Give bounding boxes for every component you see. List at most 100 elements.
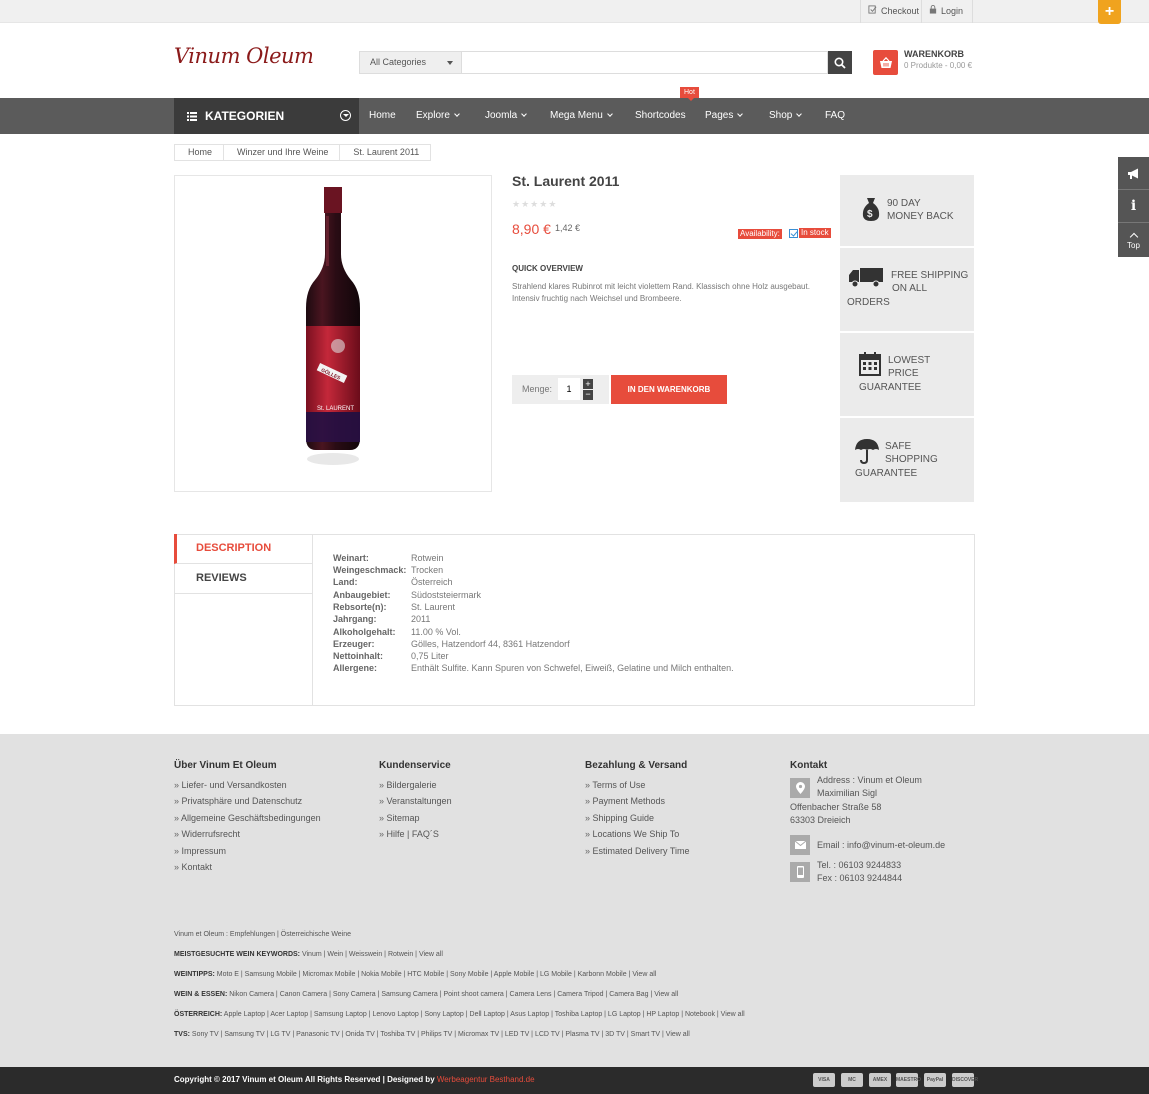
stock-status: In stock (789, 228, 831, 238)
nav-joomla[interactable]: Joomla (485, 98, 528, 134)
money-bag-icon: $ (862, 198, 880, 221)
spec-row: Land: Österreich (333, 577, 453, 587)
basket-icon (879, 56, 892, 68)
add-to-cart-button[interactable]: IN DEN WARENKORB (611, 375, 727, 404)
quick-overview-text: Strahlend klares Rubinrot mit leicht vio… (512, 282, 810, 303)
megaphone-button[interactable] (1118, 157, 1149, 190)
footer-link[interactable]: Veranstaltungen (379, 796, 452, 806)
visa-icon: VISA (813, 1073, 835, 1087)
quantity-input[interactable] (558, 378, 580, 400)
keywords-row[interactable]: TVS: Sony TV | Samsung TV | LG TV | Pana… (174, 1031, 690, 1038)
footer-link[interactable]: Shipping Guide (585, 813, 655, 823)
chevron-down-icon (521, 111, 528, 117)
site-logo[interactable]: Vinum Oleum (174, 44, 314, 68)
wine-bottle-image: St. LAURENT GÖLLES (306, 187, 360, 465)
search-icon (834, 56, 846, 69)
footer-link[interactable]: Kontakt (174, 862, 213, 872)
nav-pages[interactable]: Pages (705, 98, 744, 134)
star-icon: ★ (512, 199, 522, 209)
chevron-down-icon (606, 111, 613, 117)
feature-money-back: $ 90 DAY MONEY BACK (840, 175, 974, 246)
availability-label: Availability: (738, 229, 782, 239)
contact-email[interactable]: Email : info@vinum-et-oleum.de (817, 839, 945, 852)
chevron-down-icon (737, 111, 744, 117)
quantity-minus-button[interactable]: − (583, 390, 593, 400)
nav-faq[interactable]: FAQ (825, 98, 845, 134)
contact-address: Address : Vinum et Oleum Maximilian Sigl (817, 775, 922, 798)
footer-link[interactable]: Impressum (174, 846, 227, 856)
breadcrumb-category[interactable]: Winzer und Ihre Weine (223, 145, 339, 160)
info-button[interactable]: i (1118, 190, 1149, 223)
nav-shortcodes[interactable]: Shortcodes (635, 98, 686, 134)
footer-link[interactable]: Hilfe | FAQ´S (379, 829, 439, 839)
chevron-circle-icon (340, 110, 351, 121)
keywords-row[interactable]: ÖSTERREICH: Apple Laptop | Acer Laptop |… (174, 1011, 745, 1018)
star-icon: ★ (530, 199, 540, 209)
nav-home[interactable]: Home (369, 98, 396, 134)
spec-row: Jahrgang: 2011 (333, 614, 431, 624)
keywords-row[interactable]: WEIN & ESSEN: Nikon Camera | Canon Camer… (174, 991, 678, 998)
spec-row: Weingeschmack: Trocken (333, 565, 444, 575)
star-icon: ★ (539, 199, 549, 209)
footer-link[interactable]: Allgemeine Geschäftsbedingungen (174, 813, 321, 823)
tab-description[interactable]: DESCRIPTION (174, 534, 313, 564)
umbrella-icon (855, 439, 879, 464)
chevron-down-icon (447, 61, 453, 65)
quantity-plus-button[interactable]: + (583, 379, 593, 389)
keywords-row[interactable]: MEISTGESUCHTE WEIN KEYWORDS: Vinum | Wei… (174, 951, 443, 958)
top-bar: Checkout Login (0, 0, 1149, 23)
feature-safe-shopping: SAFE SHOPPING GUARANTEE (840, 418, 974, 502)
designer-link[interactable]: Werbeagentur Besthand.de (437, 1075, 535, 1084)
spec-row: Allergene: Enthält Sulfite. Kann Spuren v… (333, 663, 734, 673)
product-old-price: 1,42 € (555, 223, 581, 233)
footer-link[interactable]: Terms of Use (585, 780, 645, 790)
checkout-icon (868, 0, 877, 23)
categories-toggle[interactable]: KATEGORIEN (174, 98, 359, 134)
search-input[interactable] (462, 51, 828, 74)
footer-link[interactable]: Widerrufsrecht (174, 829, 241, 839)
footer-link[interactable]: Locations We Ship To (585, 829, 680, 839)
category-select[interactable]: All Categories (359, 51, 462, 74)
mobile-phone-icon (790, 862, 810, 882)
spec-row: Anbaugebiet: Südoststeiermark (333, 590, 482, 600)
megaphone-icon (1128, 168, 1138, 179)
amex-icon: AMEX (869, 1073, 891, 1087)
footer-link[interactable]: Payment Methods (585, 796, 666, 806)
cart-title[interactable]: WARENKORB (904, 49, 964, 59)
star-icon: ★ (548, 199, 558, 209)
footer-link[interactable]: Estimated Delivery Time (585, 846, 690, 856)
plus-button[interactable]: + (1098, 0, 1121, 24)
mastercard-icon: MC (841, 1073, 863, 1087)
footer-col-title: Kundenservice (379, 760, 451, 771)
product-image[interactable]: St. LAURENT GÖLLES (174, 175, 492, 492)
footer-link[interactable]: Privatsphäre und Datenschutz (174, 796, 303, 806)
footer-link[interactable]: Liefer- und Versandkosten (174, 780, 287, 790)
checkout-link[interactable]: Checkout (860, 0, 928, 23)
search-button[interactable] (828, 51, 852, 74)
nav-explore[interactable]: Explore (416, 98, 460, 134)
nav-shop[interactable]: Shop (769, 98, 803, 134)
breadcrumb-home[interactable]: Home (175, 145, 223, 160)
footer-link[interactable]: Sitemap (379, 813, 420, 823)
login-link[interactable]: Login (921, 0, 974, 23)
svg-text:St. LAURENT: St. LAURENT (317, 406, 354, 412)
chevron-down-icon (796, 111, 803, 117)
side-widget: i Top (1118, 157, 1149, 257)
footer-link[interactable]: Bildergalerie (379, 780, 437, 790)
feature-free-shipping: FREE SHIPPING ON ALL ORDERS (840, 248, 974, 331)
back-to-top-button[interactable]: Top (1118, 223, 1149, 257)
maestro-icon: MAESTRO (896, 1073, 921, 1087)
breadcrumb: Home Winzer und Ihre Weine St. Laurent 2… (174, 144, 432, 161)
footer-col-title: Über Vinum Et Oleum (174, 760, 277, 771)
cart-summary: 0 Produkte - 0,00 € (904, 61, 973, 70)
tab-reviews[interactable]: REVIEWS (174, 564, 313, 594)
keywords-row[interactable]: WEINTIPPS: Moto E | Samsung Mobile | Mic… (174, 971, 656, 978)
cart-button[interactable] (873, 50, 898, 75)
spec-row: Rebsorte(n): St. Laurent (333, 602, 456, 612)
rating-stars[interactable]: ★★★★★ (512, 199, 557, 210)
star-icon: ★ (521, 199, 531, 209)
spec-row: Nettoinhalt: 0,75 Liter (333, 651, 449, 661)
keywords-row[interactable]: Vinum et Oleum : Empfehlungen | Österrei… (174, 931, 351, 938)
nav-mega-menu[interactable]: Mega Menu (550, 98, 613, 134)
feature-lowest-price: LOWEST PRICE GUARANTEE (840, 333, 974, 416)
